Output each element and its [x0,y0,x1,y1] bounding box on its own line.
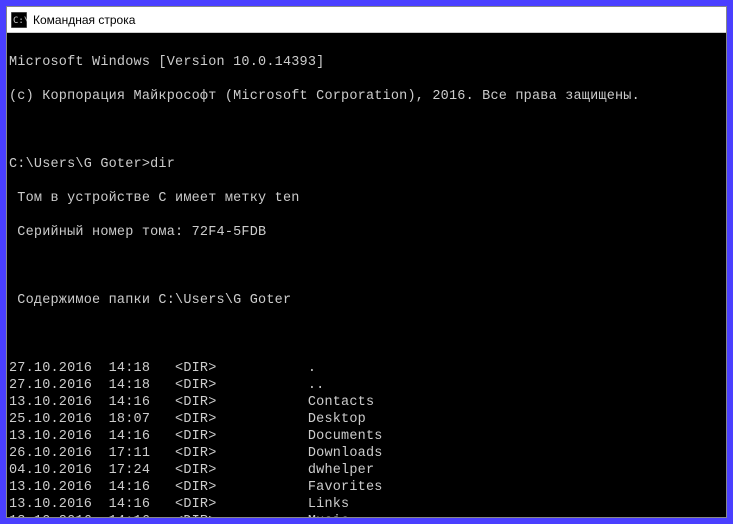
directory-entry: 27.10.2016 14:18 <DIR> .. [9,377,724,394]
terminal-output[interactable]: Microsoft Windows [Version 10.0.14393] (… [7,33,726,517]
directory-entry: 13.10.2016 14:16 <DIR> Documents [9,428,724,445]
directory-entry: 13.10.2016 14:16 <DIR> Favorites [9,479,724,496]
version-line: Microsoft Windows [Version 10.0.14393] [9,54,724,71]
directory-entry: 13.10.2016 14:16 <DIR> Contacts [9,394,724,411]
directory-listing: 27.10.2016 14:18 <DIR> .27.10.2016 14:18… [9,360,724,517]
window-title: Командная строка [33,13,135,27]
blank-line [9,122,724,139]
command-prompt-window: C:\ Командная строка Microsoft Windows [… [6,6,727,518]
prompt-text: C:\Users\G Goter> [9,157,150,172]
directory-entry: 27.10.2016 14:18 <DIR> . [9,360,724,377]
prompt-line-1: C:\Users\G Goter>dir [9,156,724,173]
directory-entry: 04.10.2016 17:24 <DIR> dwhelper [9,462,724,479]
copyright-line: (c) Корпорация Майкрософт (Microsoft Cor… [9,88,724,105]
blank-line [9,258,724,275]
directory-entry: 13.10.2016 14:16 <DIR> Links [9,496,724,513]
directory-entry: 25.10.2016 18:07 <DIR> Desktop [9,411,724,428]
command-text: dir [150,157,175,172]
titlebar[interactable]: C:\ Командная строка [7,7,726,33]
blank-line [9,326,724,343]
serial-line: Серийный номер тома: 72F4-5FDB [9,224,724,241]
directory-entry: 26.10.2016 17:11 <DIR> Downloads [9,445,724,462]
volume-line: Том в устройстве C имеет метку ten [9,190,724,207]
directory-entry: 13.10.2016 14:16 <DIR> Music [9,513,724,517]
svg-text:C:\: C:\ [13,16,27,26]
cmd-icon: C:\ [11,12,27,28]
directory-of-line: Содержимое папки C:\Users\G Goter [9,292,724,309]
